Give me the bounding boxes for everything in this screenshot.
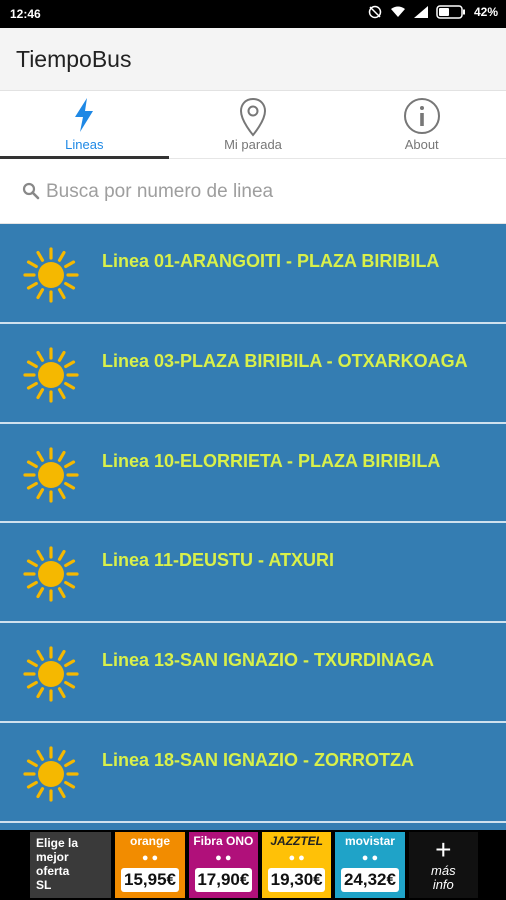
- phone-wifi-icon: ● ●: [361, 852, 379, 864]
- ad-offer-ono[interactable]: Fibra ONO ● ● 17,90€: [188, 832, 258, 898]
- search-icon: [22, 182, 40, 205]
- ad-price: 17,90€: [194, 868, 252, 892]
- info-icon: [403, 97, 441, 140]
- list-item[interactable]: Linea 13-SAN IGNAZIO - TXURDINAGA: [0, 623, 506, 723]
- sun-icon: [22, 246, 80, 309]
- line-label: Linea 13-SAN IGNAZIO - TXURDINAGA: [102, 650, 435, 671]
- ad-price: 24,32€: [341, 868, 399, 892]
- ad-intro-line: oferta: [36, 864, 70, 878]
- list-item[interactable]: Linea 01-ARANGOITI - PLAZA BIRIBILA: [0, 224, 506, 324]
- location-pin-icon: [239, 97, 267, 142]
- ad-offer-jazztel[interactable]: JAZZTEL ● ● 19,30€: [261, 832, 332, 898]
- sun-icon: [22, 346, 80, 409]
- ad-intro: Elige la mejor oferta SL: [30, 832, 112, 898]
- app-bar: TiempoBus: [0, 28, 506, 91]
- search-input[interactable]: [46, 174, 486, 210]
- phone-wifi-icon: ● ●: [141, 852, 159, 864]
- line-label: Linea 01-ARANGOITI - PLAZA BIRIBILA: [102, 251, 440, 271]
- wifi-icon: [390, 6, 406, 18]
- do-not-disturb-icon: [368, 5, 382, 19]
- tab-label: Lineas: [65, 137, 104, 152]
- ad-intro-line: mejor: [36, 850, 69, 864]
- ad-offer-movistar[interactable]: movistar ● ● 24,32€: [335, 832, 405, 898]
- ad-intro-line: SL: [36, 878, 52, 892]
- line-list: Linea 01-ARANGOITI - PLAZA BIRIBILA Line…: [0, 224, 506, 830]
- app-title: TiempoBus: [16, 46, 132, 72]
- ad-content: Elige la mejor oferta SL orange ● ● 15,9…: [30, 832, 478, 898]
- ad-more-text: más: [431, 863, 456, 878]
- battery-icon: [436, 5, 466, 19]
- tab-about[interactable]: About: [337, 91, 506, 158]
- sun-icon: [22, 745, 80, 808]
- list-item[interactable]: Linea 10-ELORRIETA - PLAZA BIRIBILA: [0, 424, 506, 524]
- sun-icon: [22, 645, 80, 708]
- tab-label: About: [404, 137, 439, 152]
- list-item[interactable]: Linea 11-DEUSTU - ATXURI: [0, 523, 506, 624]
- line-label: Linea 03-PLAZA BIRIBILA - OTXARKOAGA: [102, 350, 468, 371]
- signal-icon: [413, 6, 428, 18]
- tab-bar: Lineas Mi parada About: [0, 91, 506, 159]
- phone-wifi-icon: ● ●: [288, 852, 305, 864]
- ad-banner[interactable]: Elige la mejor oferta SL orange ● ● 15,9…: [0, 830, 506, 900]
- line-label: Linea 11-DEUSTU - ATXURI: [102, 550, 335, 571]
- ad-brand: JAZZTEL: [270, 834, 323, 848]
- status-icons: 42%: [368, 5, 498, 19]
- sun-icon: [22, 545, 80, 608]
- line-label: Linea 18-SAN IGNAZIO - ZORROTZA: [102, 749, 415, 770]
- status-time: 12:46: [10, 7, 41, 21]
- ad-offer-orange[interactable]: orange ● ● 15,95€: [115, 832, 185, 898]
- ad-intro-line: Elige la: [36, 836, 79, 850]
- ad-price: 19,30€: [267, 868, 326, 892]
- status-bar: 12:46 42%: [0, 0, 506, 28]
- ad-more-info[interactable]: + más info: [408, 832, 478, 898]
- ad-brand: Fibra ONO: [193, 834, 254, 848]
- list-item[interactable]: Linea 03-PLAZA BIRIBILA - OTXARKOAGA: [0, 324, 506, 424]
- tab-mi-parada[interactable]: Mi parada: [169, 91, 338, 158]
- tab-lineas[interactable]: Lineas: [0, 91, 169, 159]
- phone-wifi-icon: ● ●: [215, 852, 232, 864]
- ad-more-text: info: [432, 877, 454, 892]
- ad-brand: orange: [129, 834, 170, 848]
- ad-brand: movistar: [344, 834, 395, 848]
- line-label: Linea 10-ELORRIETA - PLAZA BIRIBILA: [102, 450, 441, 471]
- search-bar: [0, 160, 506, 224]
- lightning-icon: [71, 97, 97, 138]
- tab-label: Mi parada: [224, 137, 282, 152]
- battery-percent: 42%: [473, 5, 498, 19]
- list-item[interactable]: Linea 18-SAN IGNAZIO - ZORROTZA: [0, 723, 506, 823]
- sun-icon: [22, 446, 80, 509]
- plus-icon: +: [435, 834, 452, 865]
- ad-price: 15,95€: [121, 868, 179, 892]
